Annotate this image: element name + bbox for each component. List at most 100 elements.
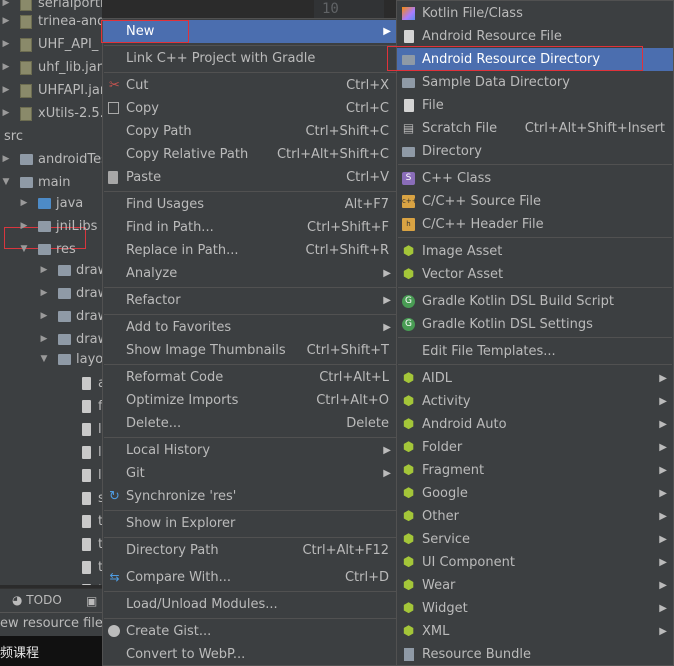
context-menu-item-synchronize-res[interactable]: ↻ Synchronize 'res' — [103, 485, 397, 508]
new-submenu-item-android-resource-directory[interactable]: Android Resource Directory — [397, 48, 673, 71]
menu-item-label: Copy — [126, 101, 159, 116]
new-submenu-item-fragment[interactable]: ⬢ Fragment ▶ — [397, 459, 673, 482]
context-menu-item-show-in-explorer[interactable]: Show in Explorer — [103, 512, 397, 535]
context-menu-item-copy-relative-path[interactable]: Copy Relative Path Ctrl+Alt+Shift+C — [103, 143, 397, 166]
new-submenu-item-folder[interactable]: ⬢ Folder ▶ — [397, 436, 673, 459]
new-submenu-item-sample-data-directory[interactable]: Sample Data Directory — [397, 71, 673, 94]
chevron-down-icon[interactable]: ▼ — [18, 238, 30, 261]
source-folder-icon — [38, 198, 51, 209]
context-menu-item-paste[interactable]: Paste Ctrl+V — [103, 166, 397, 189]
chevron-right-icon: ▶ — [659, 419, 667, 430]
new-submenu-item-android-auto[interactable]: ⬢ Android Auto ▶ — [397, 413, 673, 436]
context-menu-item-copy-path[interactable]: Copy Path Ctrl+Shift+C — [103, 120, 397, 143]
chevron-right-icon[interactable]: ▶ — [18, 215, 30, 238]
chevron-right-icon[interactable]: ▶ — [0, 148, 12, 171]
menu-item-label: Link C++ Project with Gradle — [126, 51, 316, 66]
chevron-right-icon[interactable]: ▶ — [0, 102, 12, 125]
shortcut-label: Alt+F7 — [344, 197, 389, 212]
context-menu-item-convert-to-webp[interactable]: Convert to WebP... — [103, 643, 397, 666]
android-icon: ⬢ — [402, 601, 415, 616]
chevron-down-icon[interactable]: ▼ — [0, 171, 12, 194]
context-menu-item-refactor[interactable]: Refactor ▶ — [103, 289, 397, 312]
context-menu-item-load-unload-modules[interactable]: Load/Unload Modules... — [103, 593, 397, 616]
new-submenu-item-kotlin-file-class[interactable]: Kotlin File/Class — [397, 2, 673, 25]
chevron-right-icon[interactable]: ▶ — [0, 79, 12, 102]
context-menu-item-analyze[interactable]: Analyze ▶ — [103, 262, 397, 285]
menu-item-label: Directory — [422, 144, 482, 159]
context-menu-item-compare-with[interactable]: ⇆ Compare With... Ctrl+D — [103, 566, 397, 589]
new-submenu-item-edit-file-templates[interactable]: Edit File Templates... — [397, 340, 673, 363]
context-menu-item-replace-in-path[interactable]: Replace in Path... Ctrl+Shift+R — [103, 239, 397, 262]
new-submenu-item-resource-bundle[interactable]: Resource Bundle — [397, 643, 673, 666]
new-submenu-item-vector-asset[interactable]: ⬢ Vector Asset — [397, 263, 673, 286]
xml-file-icon — [82, 561, 91, 574]
new-submenu-item-aidl[interactable]: ⬢ AIDL ▶ — [397, 367, 673, 390]
folder-icon — [58, 265, 71, 276]
new-submenu-item-google[interactable]: ⬢ Google ▶ — [397, 482, 673, 505]
folder-icon — [20, 177, 33, 188]
new-submenu-item-directory[interactable]: Directory — [397, 140, 673, 163]
new-submenu-item-other[interactable]: ⬢ Other ▶ — [397, 505, 673, 528]
chevron-right-icon[interactable]: ▶ — [0, 10, 12, 33]
menu-separator — [104, 510, 396, 511]
chevron-right-icon: ▶ — [383, 468, 391, 479]
context-menu-item-optimize-imports[interactable]: Optimize Imports Ctrl+Alt+O — [103, 389, 397, 412]
new-submenu-item-c-c-header-file[interactable]: h C/C++ Header File — [397, 213, 673, 236]
sync-icon: ↻ — [109, 489, 120, 504]
taskbar-text: 频课程 — [0, 646, 40, 661]
shortcut-label: Ctrl+Shift+C — [305, 124, 389, 139]
context-menu-item-delete[interactable]: Delete... Delete — [103, 412, 397, 435]
new-submenu-item-c-class[interactable]: S C++ Class — [397, 167, 673, 190]
context-menu-item-git[interactable]: Git ▶ — [103, 462, 397, 485]
new-submenu-item-android-resource-file[interactable]: Android Resource File — [397, 25, 673, 48]
new-submenu-item-wear[interactable]: ⬢ Wear ▶ — [397, 574, 673, 597]
new-submenu-item-image-asset[interactable]: ⬢ Image Asset — [397, 240, 673, 263]
context-menu-item-find-usages[interactable]: Find Usages Alt+F7 — [103, 193, 397, 216]
cpp-class-icon: S — [402, 172, 415, 185]
context-menu-item-show-image-thumbnails[interactable]: Show Image Thumbnails Ctrl+Shift+T — [103, 339, 397, 362]
context-menu-item-find-in-path[interactable]: Find in Path... Ctrl+Shift+F — [103, 216, 397, 239]
context-menu-item-link-c-project-with-gradle[interactable]: Link C++ Project with Gradle — [103, 47, 397, 70]
android-icon: ⬢ — [402, 532, 415, 547]
new-submenu-item-xml[interactable]: ⬢ XML ▶ — [397, 620, 673, 643]
context-menu-item-directory-path[interactable]: Directory Path Ctrl+Alt+F12 — [103, 539, 397, 562]
context-menu-item-reformat-code[interactable]: Reformat Code Ctrl+Alt+L — [103, 366, 397, 389]
chevron-down-icon[interactable]: ▼ — [38, 348, 50, 371]
chevron-right-icon[interactable]: ▶ — [0, 56, 12, 79]
todo-tab[interactable]: ◕ TODO — [12, 593, 62, 607]
xml-file-icon — [82, 446, 91, 459]
chevron-right-icon: ▶ — [659, 488, 667, 499]
context-menu-item-new[interactable]: New ▶ — [103, 20, 397, 43]
chevron-right-icon[interactable]: ▶ — [38, 305, 50, 328]
folder-icon — [58, 334, 71, 345]
context-menu-item-local-history[interactable]: Local History ▶ — [103, 439, 397, 462]
context-menu: New ▶ Link C++ Project with Gradle ✂ Cut Ctrl… — [101, 18, 398, 666]
chevron-right-icon: ▶ — [383, 26, 391, 37]
chevron-right-icon[interactable]: ▶ — [38, 259, 50, 282]
taskbar: 频课程 — [0, 636, 102, 666]
menu-item-label: C/C++ Source File — [422, 194, 541, 209]
chevron-right-icon[interactable]: ▶ — [0, 33, 12, 56]
tree-item-label: res — [56, 242, 76, 257]
context-menu-item-copy[interactable]: Copy Ctrl+C — [103, 97, 397, 120]
new-submenu-item-file[interactable]: File — [397, 94, 673, 117]
menu-item-label: Wear — [422, 578, 456, 593]
chevron-right-icon[interactable]: ▶ — [18, 192, 30, 215]
new-submenu-item-ui-component[interactable]: ⬢ UI Component ▶ — [397, 551, 673, 574]
terminal-icon[interactable]: ▣ — [86, 594, 97, 608]
new-submenu-item-widget[interactable]: ⬢ Widget ▶ — [397, 597, 673, 620]
context-menu-item-create-gist[interactable]: Create Gist... — [103, 620, 397, 643]
chevron-right-icon[interactable]: ▶ — [38, 282, 50, 305]
context-menu-item-add-to-favorites[interactable]: Add to Favorites ▶ — [103, 316, 397, 339]
project-tree[interactable]: ▶serialportmodule.jar▶trinea-android-com… — [0, 0, 102, 585]
new-submenu-item-gradle-kotlin-dsl-settings[interactable]: G Gradle Kotlin DSL Settings — [397, 313, 673, 336]
context-menu-item-cut[interactable]: ✂ Cut Ctrl+X — [103, 74, 397, 97]
new-submenu-item-service[interactable]: ⬢ Service ▶ — [397, 528, 673, 551]
menu-separator — [104, 364, 396, 365]
new-submenu-item-scratch-file[interactable]: ▤ Scratch File Ctrl+Alt+Shift+Insert — [397, 117, 673, 140]
new-submenu-item-gradle-kotlin-dsl-build-script[interactable]: G Gradle Kotlin DSL Build Script — [397, 290, 673, 313]
new-submenu-item-activity[interactable]: ⬢ Activity ▶ — [397, 390, 673, 413]
kotlin-icon — [402, 7, 415, 20]
menu-item-label: Android Resource Directory — [422, 52, 601, 67]
new-submenu-item-c-c-source-file[interactable]: c++ C/C++ Source File — [397, 190, 673, 213]
